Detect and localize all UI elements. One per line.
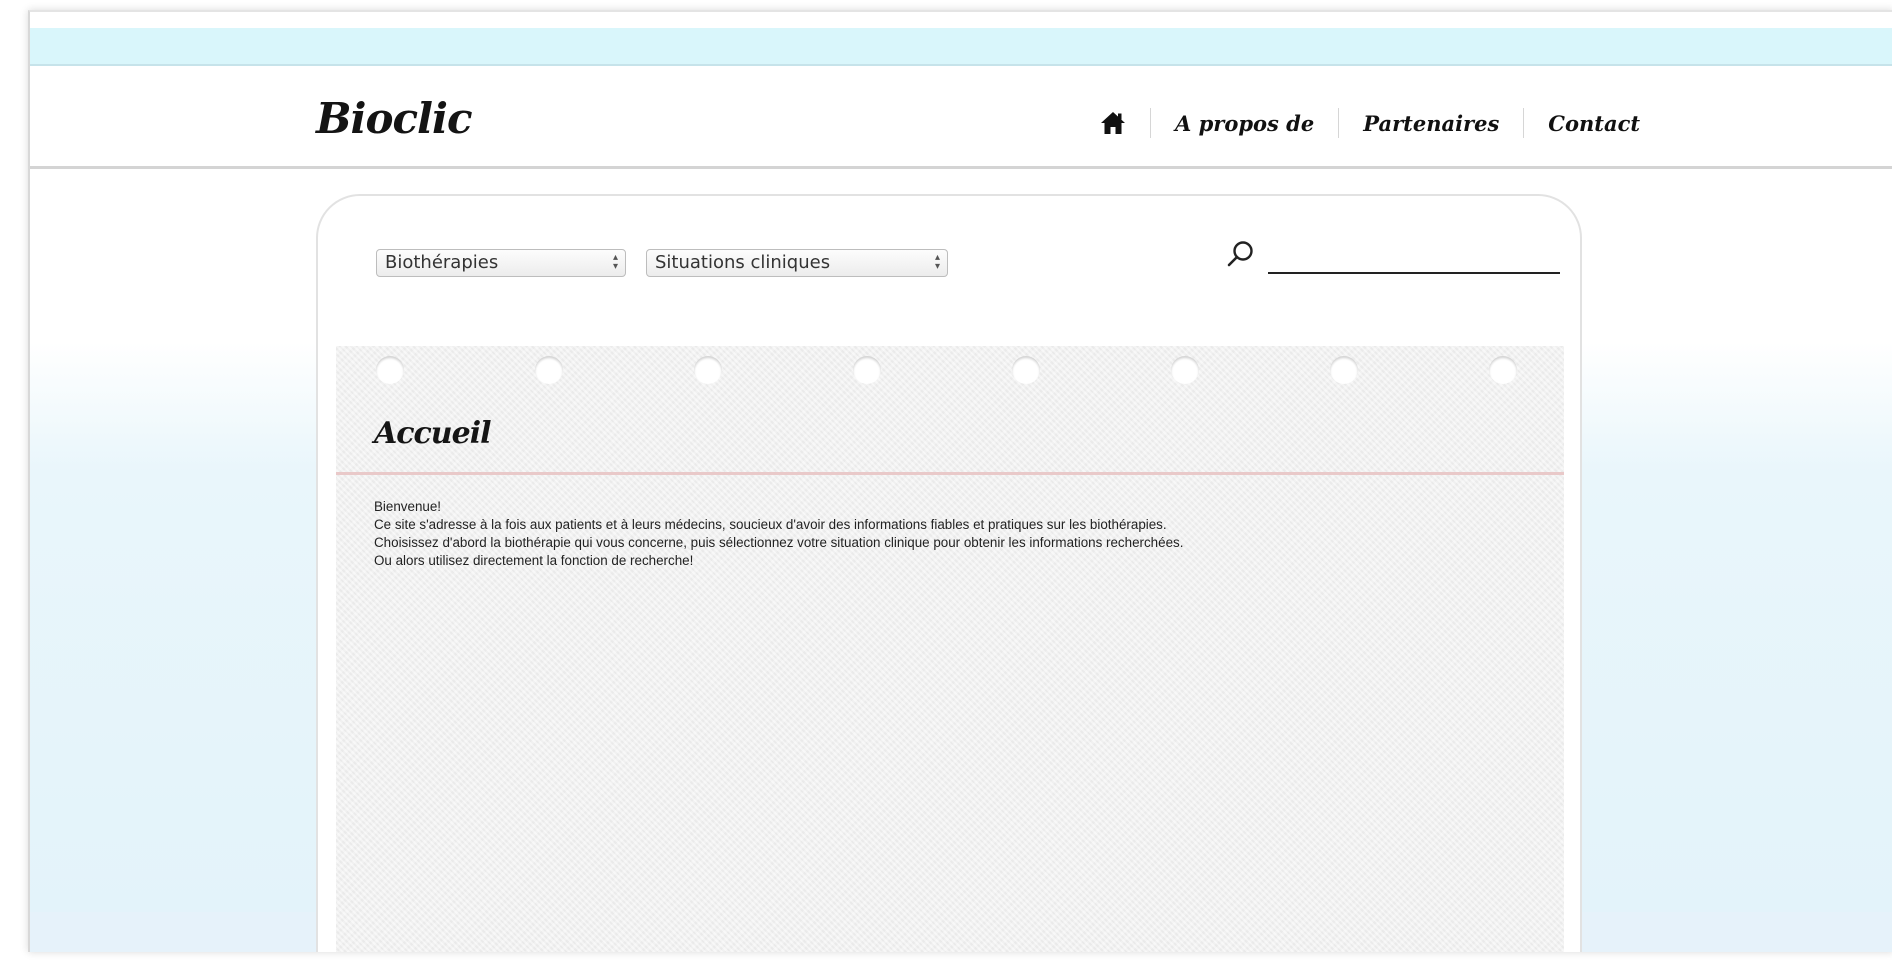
binder-hole	[535, 356, 563, 384]
page-title: Accueil	[374, 416, 492, 451]
margin-rule	[336, 472, 1564, 475]
main-nav: A propos de Partenaires Contact	[1090, 106, 1664, 140]
nav-home[interactable]	[1090, 106, 1150, 140]
binder-hole	[1330, 356, 1358, 384]
search-input[interactable]	[1268, 236, 1560, 274]
nav-about[interactable]: A propos de	[1151, 106, 1338, 140]
binder-hole	[1489, 356, 1517, 384]
nav-partners[interactable]: Partenaires	[1339, 106, 1523, 140]
content-card: Biothérapies ▴ ▾ Situations cliniques ▴ ▾ …	[316, 194, 1582, 952]
site-logo[interactable]: Bioclic	[316, 94, 473, 143]
binder-hole	[376, 356, 404, 384]
welcome-line: Bienvenue!	[374, 499, 442, 514]
search-icon[interactable]	[1226, 240, 1256, 270]
browser-viewport: Bioclic A propos de Partenaires Contact …	[28, 10, 1892, 952]
clinical-situation-select[interactable]: Situations cliniques ▴ ▾	[646, 249, 948, 277]
binder-hole	[853, 356, 881, 384]
clinical-situation-select-value: Situations cliniques	[655, 252, 831, 273]
binder-hole	[1171, 356, 1199, 384]
binder-hole	[1012, 356, 1040, 384]
binder-hole	[694, 356, 722, 384]
search-hint-line: Ou alors utilisez directement la fonctio…	[374, 553, 694, 568]
site-header: Bioclic A propos de Partenaires Contact	[30, 66, 1892, 169]
instructions-line: Choisissez d'abord la biothérapie qui vo…	[374, 535, 1184, 550]
welcome-text: Bienvenue! Ce site s'adresse à la fois a…	[374, 498, 1183, 570]
select-arrows-icon: ▴ ▾	[934, 252, 940, 272]
nav-contact[interactable]: Contact	[1524, 106, 1664, 140]
notebook-page: Accueil Bienvenue! Ce site s'adresse à l…	[336, 346, 1564, 952]
intro-line: Ce site s'adresse à la fois aux patients…	[374, 517, 1167, 532]
home-icon	[1101, 112, 1125, 134]
select-arrows-icon: ▴ ▾	[612, 252, 618, 272]
top-color-strip	[30, 28, 1892, 66]
biotherapy-select[interactable]: Biothérapies ▴ ▾	[376, 249, 626, 277]
biotherapy-select-value: Biothérapies	[385, 252, 499, 273]
